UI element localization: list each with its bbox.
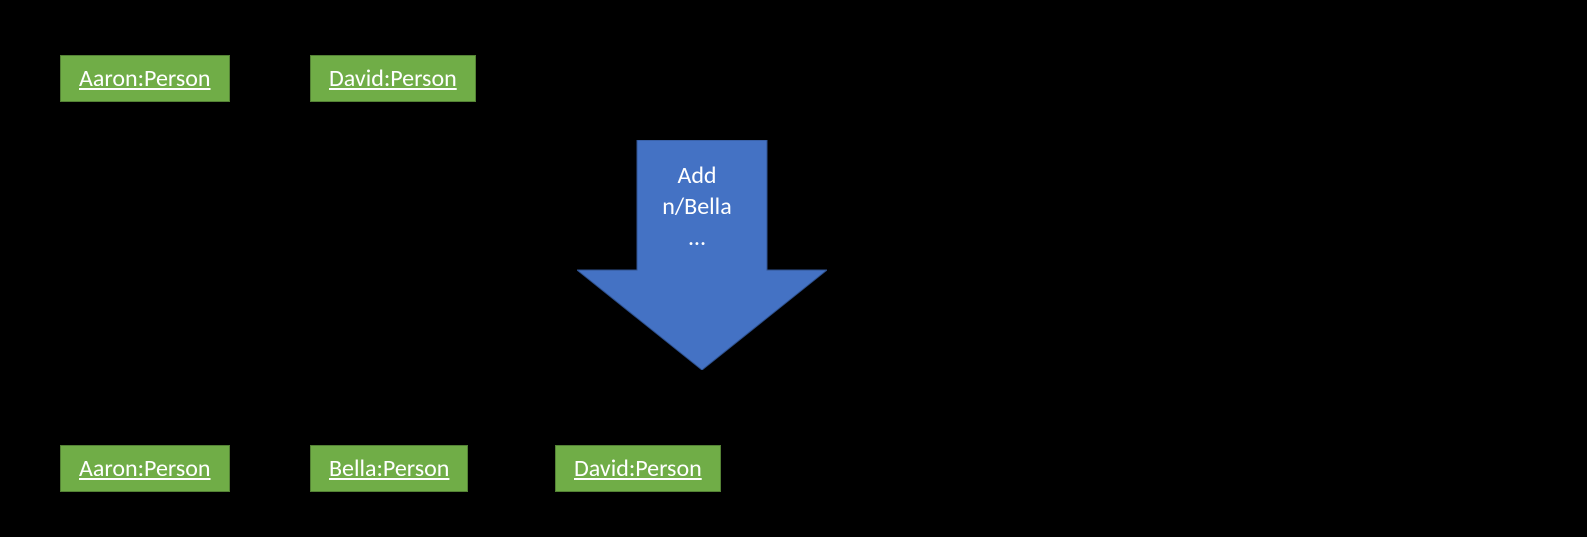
person-box-after-aaron: Aaron:Person [60, 445, 230, 492]
person-box-after-david: David:Person [555, 445, 721, 492]
person-box-before-david: David:Person [310, 55, 476, 102]
arrow-label-line1: Add [617, 160, 777, 191]
arrow-label: Add n/Bella … [617, 160, 777, 254]
add-arrow: Add n/Bella … [577, 140, 827, 370]
person-box-after-bella: Bella:Person [310, 445, 468, 492]
arrow-label-line3: … [617, 222, 777, 253]
person-box-before-aaron: Aaron:Person [60, 55, 230, 102]
arrow-label-line2: n/Bella [617, 191, 777, 222]
